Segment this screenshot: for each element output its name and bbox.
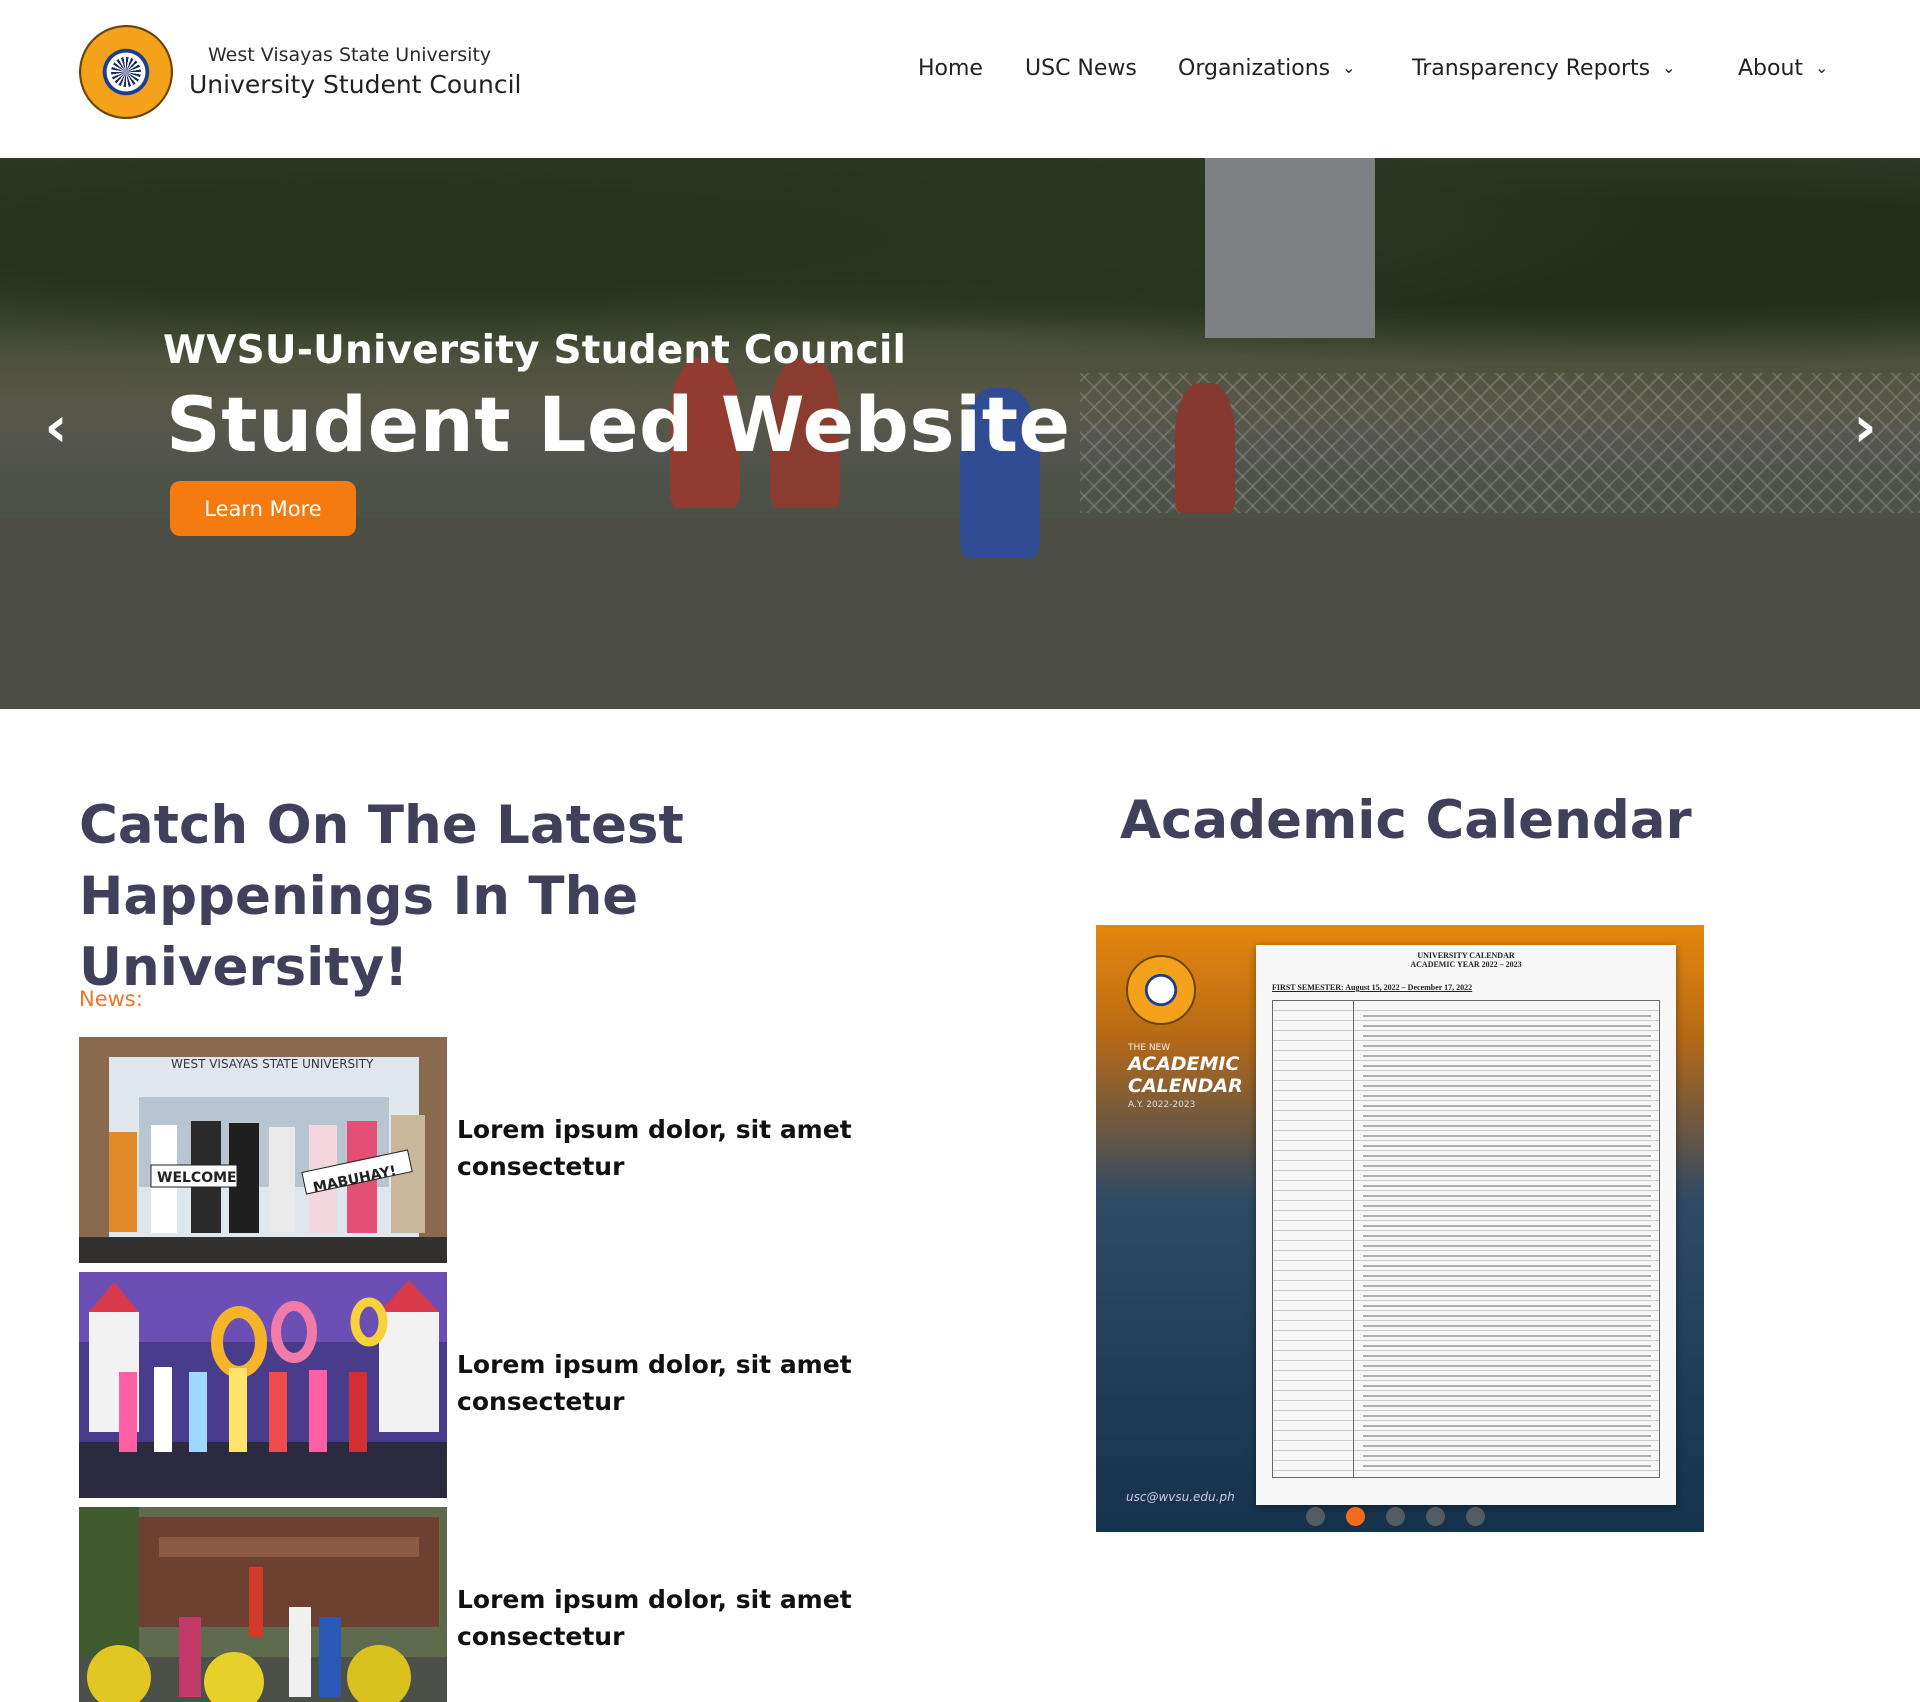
news-image-stage: [79, 1272, 447, 1498]
usc-logo[interactable]: [79, 25, 173, 119]
carousel-dot[interactable]: [1466, 1507, 1485, 1526]
academic-calendar-carousel[interactable]: THE NEW ACADEMIC CALENDAR A.Y. 2022-2023…: [1096, 925, 1704, 1532]
news-headline-line2: Happenings In The University!: [79, 866, 639, 998]
nav-usc-news-label: USC News: [1025, 56, 1137, 81]
chevron-right-icon: ›: [1853, 395, 1877, 460]
news-thumbnail[interactable]: [79, 1507, 447, 1702]
calendar-card-title-2: CALENDAR: [1128, 1075, 1243, 1097]
news-item-title[interactable]: Lorem ipsum dolor, sit amet consectetur: [457, 1581, 857, 1655]
nav-home-label: Home: [918, 56, 983, 81]
carousel-dot[interactable]: [1426, 1507, 1445, 1526]
news-item[interactable]: Lorem ipsum dolor, sit amet consectetur: [79, 1272, 879, 1498]
news-image-welcome: WEST VISAYAS STATE UNIVERSITY WELCOME MA…: [79, 1037, 447, 1263]
news-label: News:: [79, 987, 143, 1011]
chevron-down-icon: ⌄: [1342, 58, 1356, 77]
nav-transparency-label: Transparency Reports: [1412, 56, 1651, 81]
news-item-title[interactable]: Lorem ipsum dolor, sit amet consectetur: [457, 1111, 857, 1185]
doc-table-text-lines: [1363, 1015, 1651, 1469]
nav-usc-news[interactable]: USC News: [1025, 56, 1137, 81]
calendar-card-email: usc@wvsu.edu.ph: [1126, 1490, 1235, 1504]
chevron-left-icon: ‹: [44, 395, 68, 460]
site-header: West Visayas State University University…: [0, 0, 1920, 158]
doc-semester: FIRST SEMESTER: August 15, 2022 – Decemb…: [1272, 983, 1473, 992]
news-thumbnail[interactable]: WEST VISAYAS STATE UNIVERSITY WELCOME MA…: [79, 1037, 447, 1263]
learn-more-button[interactable]: Learn More: [170, 481, 356, 536]
chevron-down-icon: ⌄: [1662, 58, 1676, 77]
nav-organizations[interactable]: Organizations ⌄: [1178, 56, 1356, 81]
calendar-card-ay: A.Y. 2022-2023: [1128, 1100, 1196, 1110]
calendar-card-small-label: THE NEW: [1128, 1043, 1171, 1053]
hero-subtitle: WVSU-University Student Council: [163, 328, 907, 373]
doc-activities-table: [1272, 1000, 1660, 1478]
doc-title-2: ACADEMIC YEAR 2022 – 2023: [1410, 960, 1522, 969]
nav-about-label: About: [1738, 56, 1804, 81]
carousel-prev-button[interactable]: ‹: [36, 398, 76, 458]
carousel-dot[interactable]: [1386, 1507, 1405, 1526]
academic-calendar-heading: Academic Calendar: [1120, 790, 1692, 851]
calendar-card-title-1: ACADEMIC: [1128, 1053, 1240, 1075]
nav-organizations-label: Organizations: [1178, 56, 1331, 81]
nav-home[interactable]: Home: [918, 56, 983, 81]
nav-transparency-reports[interactable]: Transparency Reports ⌄: [1412, 56, 1676, 81]
logo-emblem-icon: [111, 57, 141, 87]
news-thumbnail[interactable]: [79, 1272, 447, 1498]
brand-university-name: West Visayas State University: [208, 44, 492, 66]
news-item[interactable]: Lorem ipsum dolor, sit amet consectetur: [79, 1507, 879, 1702]
carousel-dot[interactable]: [1306, 1507, 1325, 1526]
doc-title-1: UNIVERSITY CALENDAR: [1417, 951, 1515, 960]
carousel-dot-active[interactable]: [1346, 1507, 1365, 1526]
hero-title: Student Led Website: [166, 380, 1071, 469]
chevron-down-icon: ⌄: [1815, 58, 1829, 77]
news-headline: Catch On The Latest Happenings In The Un…: [79, 790, 979, 1003]
image-caption: WEST VISAYAS STATE UNIVERSITY: [171, 1057, 374, 1071]
hero-carousel: ‹ › WVSU-University Student Council Stud…: [0, 158, 1920, 709]
image-sign-welcome: WELCOME: [157, 1170, 237, 1186]
carousel-next-button[interactable]: ›: [1845, 398, 1885, 458]
nav-about[interactable]: About ⌄: [1738, 56, 1828, 81]
usc-logo-small: [1126, 955, 1196, 1025]
news-item[interactable]: WEST VISAYAS STATE UNIVERSITY WELCOME MA…: [79, 1037, 879, 1263]
calendar-document: UNIVERSITY CALENDAR ACADEMIC YEAR 2022 –…: [1256, 945, 1676, 1505]
brand-council-name[interactable]: University Student Council: [189, 70, 522, 99]
news-image-parade: [79, 1507, 447, 1702]
news-headline-line1: Catch On The Latest: [79, 795, 684, 856]
news-item-title[interactable]: Lorem ipsum dolor, sit amet consectetur: [457, 1346, 857, 1420]
doc-table-divider: [1353, 1001, 1354, 1477]
